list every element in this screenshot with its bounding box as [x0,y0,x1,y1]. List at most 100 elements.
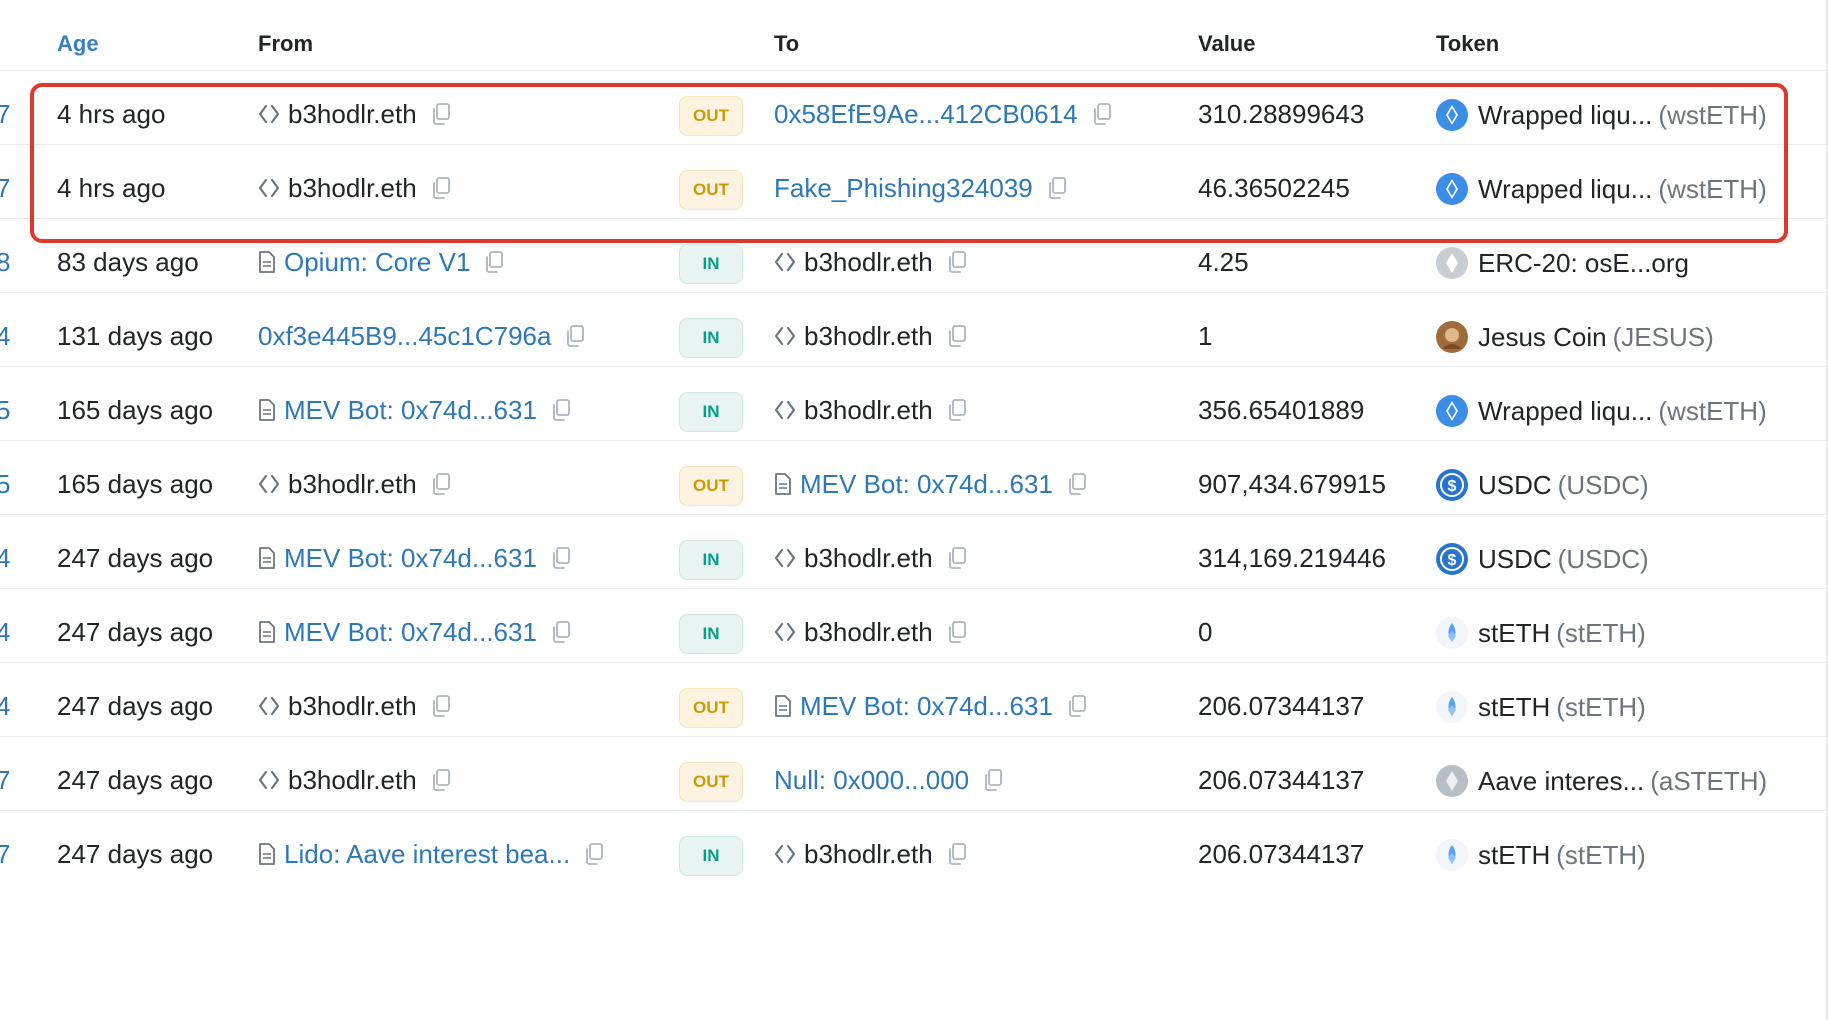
token-symbol: (wstETH) [1658,396,1767,426]
copy-icon[interactable] [431,472,451,496]
to-address-link[interactable]: MEV Bot: 0x74d...631 [800,691,1053,721]
from-address-link[interactable]: MEV Bot: 0x74d...631 [284,395,537,425]
token-name-link[interactable]: Wrapped liqu... [1478,396,1652,426]
copy-icon[interactable] [431,694,451,718]
direction-badge: IN [679,318,743,358]
token-name-link[interactable]: stETH [1478,840,1550,870]
direction-badge: OUT [679,466,743,506]
from-column-header: From [258,31,313,56]
verified-contract-doc-icon [258,546,276,570]
copy-icon[interactable] [1047,176,1067,200]
block-number-link[interactable]: 7 [0,173,10,203]
from-address-link[interactable]: b3hodlr.eth [288,765,417,795]
copy-icon[interactable] [565,324,585,348]
age-cell: 165 days ago [57,469,214,499]
from-address-link[interactable]: MEV Bot: 0x74d...631 [284,617,537,647]
to-address-link[interactable]: b3hodlr.eth [804,543,933,573]
value-cell: 314,169.219446 [1198,543,1386,573]
token-name-link[interactable]: Wrapped liqu... [1478,174,1652,204]
value-cell: 0 [1198,617,1213,647]
block-number-link[interactable]: 4 [0,691,10,721]
block-number-link[interactable]: 4 [0,321,10,351]
block-number-link[interactable]: 5 [0,469,10,499]
copy-icon[interactable] [1092,102,1112,126]
steth-icon [1436,691,1468,723]
to-address-link[interactable]: b3hodlr.eth [804,839,933,869]
verified-contract-doc-icon [774,472,792,496]
from-address-cell: MEV Bot: 0x74d...631 [258,543,571,573]
block-number-link[interactable]: 4 [0,543,10,573]
copy-icon[interactable] [484,250,504,274]
to-address-cell: Fake_Phishing324039 [774,173,1067,203]
from-address-link[interactable]: Lido: Aave interest bea... [284,839,570,869]
token-name-link[interactable]: Aave interes... [1478,766,1644,796]
copy-icon[interactable] [551,398,571,422]
value-cell: 356.65401889 [1198,395,1365,425]
token-name-link[interactable]: Jesus Coin [1478,322,1607,352]
to-address-cell: MEV Bot: 0x74d...631 [774,469,1087,499]
age-cell: 83 days ago [57,247,199,277]
block-number-link[interactable]: 7 [0,839,10,869]
usdc-icon: $ [1436,543,1468,575]
block-number-link[interactable]: 7 [0,99,10,129]
copy-icon[interactable] [1067,694,1087,718]
age-cell: 131 days ago [57,321,214,351]
copy-icon[interactable] [584,842,604,866]
erc20-icon [1436,247,1468,279]
to-address-link[interactable]: MEV Bot: 0x74d...631 [800,469,1053,499]
table-row: 4 247 days ago MEV Bot: 0x74d...631 IN b3hod… [0,514,1828,589]
from-address-cell: Opium: Core V1 [258,247,504,277]
block-number-link[interactable]: 5 [0,395,10,425]
to-address-link[interactable]: Fake_Phishing324039 [774,173,1033,203]
token-name-link[interactable]: ERC-20: osE...org [1478,248,1689,278]
copy-icon[interactable] [947,546,967,570]
copy-icon[interactable] [1067,472,1087,496]
to-address-cell: b3hodlr.eth [774,543,967,573]
copy-icon[interactable] [431,768,451,792]
block-number-link[interactable]: 4 [0,617,10,647]
copy-icon[interactable] [431,176,451,200]
token-name-link[interactable]: stETH [1478,692,1550,722]
to-address-cell: b3hodlr.eth [774,321,967,351]
age-cell: 165 days ago [57,395,214,425]
to-address-link[interactable]: b3hodlr.eth [804,321,933,351]
token-name-link[interactable]: USDC [1478,544,1552,574]
block-number-link[interactable]: 7 [0,765,10,795]
copy-icon[interactable] [947,398,967,422]
to-address-link[interactable]: b3hodlr.eth [804,247,933,277]
token-cell: stETH (stETH) [1436,839,1646,871]
block-number-link[interactable]: 8 [0,247,10,277]
to-address-link[interactable]: 0x58EfE9Ae...412CB0614 [774,99,1078,129]
copy-icon[interactable] [947,842,967,866]
from-address-link[interactable]: MEV Bot: 0x74d...631 [284,543,537,573]
token-cell: ERC-20: osE...org [1436,247,1689,279]
value-cell: 310.28899643 [1198,99,1365,129]
verified-contract-doc-icon [258,842,276,866]
copy-icon[interactable] [947,250,967,274]
to-address-link[interactable]: b3hodlr.eth [804,395,933,425]
age-column-header[interactable]: Age [57,31,99,57]
from-address-link[interactable]: Opium: Core V1 [284,247,470,277]
from-address-cell: MEV Bot: 0x74d...631 [258,395,571,425]
token-symbol: (USDC) [1557,544,1649,574]
direction-badge: OUT [679,762,743,802]
token-name-link[interactable]: USDC [1478,470,1552,500]
copy-icon[interactable] [947,620,967,644]
to-address-link[interactable]: b3hodlr.eth [804,617,933,647]
copy-icon[interactable] [983,768,1003,792]
copy-icon[interactable] [947,324,967,348]
from-address-link[interactable]: b3hodlr.eth [288,173,417,203]
copy-icon[interactable] [551,546,571,570]
copy-icon[interactable] [431,102,451,126]
from-address-link[interactable]: b3hodlr.eth [288,469,417,499]
to-address-link[interactable]: Null: 0x000...000 [774,765,969,795]
token-name-link[interactable]: stETH [1478,618,1550,648]
contract-code-icon [774,620,796,644]
direction-cell: IN [679,614,743,654]
verified-contract-doc-icon [774,694,792,718]
from-address-link[interactable]: b3hodlr.eth [288,691,417,721]
from-address-link[interactable]: b3hodlr.eth [288,99,417,129]
from-address-link[interactable]: 0xf3e445B9...45c1C796a [258,321,551,351]
copy-icon[interactable] [551,620,571,644]
token-name-link[interactable]: Wrapped liqu... [1478,100,1652,130]
